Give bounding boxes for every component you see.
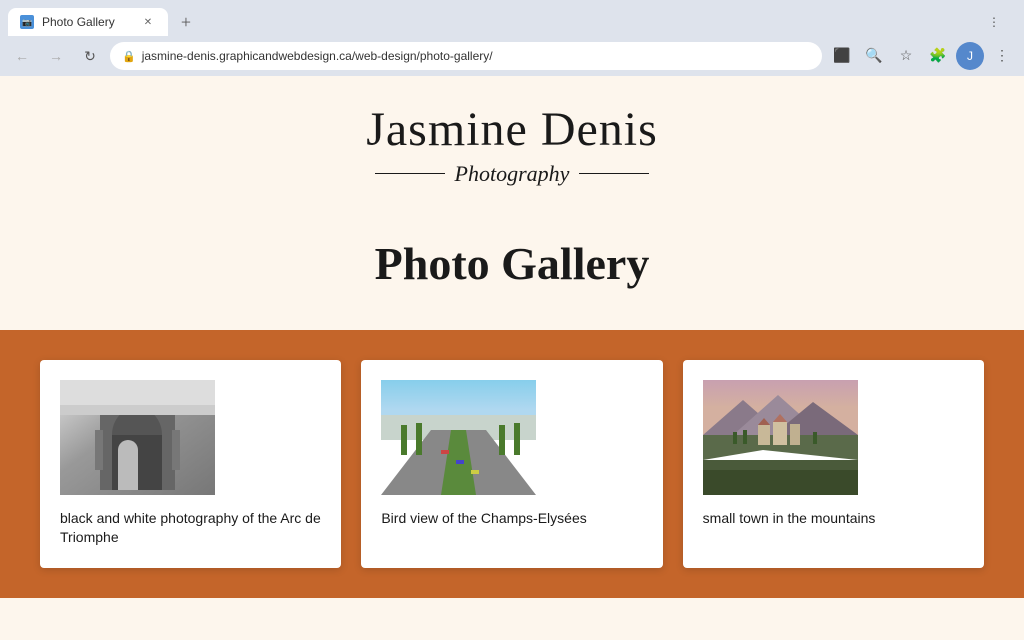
gallery-image-champs-elysees <box>381 380 536 495</box>
more-icon[interactable]: ⋮ <box>988 42 1016 70</box>
site-title-main: Jasmine Denis <box>20 104 1004 157</box>
gallery-grid: black and white photography of the Arc d… <box>40 360 984 568</box>
avatar: J <box>956 42 984 70</box>
title-line-right <box>579 173 649 174</box>
url-text: jasmine-denis.graphicandwebdesign.ca/web… <box>142 49 493 63</box>
gallery-image-arc-triomphe <box>60 380 215 495</box>
gallery-card-champs-elysees[interactable]: Bird view of the Champs-Elysées <box>361 360 662 568</box>
gallery-image-mountain-town <box>703 380 858 495</box>
gallery-caption-champs-elysees: Bird view of the Champs-Elysées <box>381 509 642 529</box>
toolbar-icons: ⬛ 🔍 ☆ 🧩 J ⋮ <box>828 42 1016 70</box>
gallery-caption-mountain-town: small town in the mountains <box>703 509 964 529</box>
forward-button[interactable]: → <box>42 42 70 70</box>
lock-icon: 🔒 <box>122 50 136 63</box>
site-title-sub-row: Photography <box>20 161 1004 187</box>
gallery-card-mountain-town[interactable]: small town in the mountains <box>683 360 984 568</box>
tab-close-button[interactable]: ✕ <box>140 14 156 30</box>
cast-icon[interactable]: ⬛ <box>828 42 856 70</box>
site-title-sub: Photography <box>455 161 570 187</box>
tab-title: Photo Gallery <box>42 15 115 29</box>
page-content: Jasmine Denis Photography Photo Gallery <box>0 76 1024 640</box>
browser-chrome: 📷 Photo Gallery ✕ + ⋮ ← → ↻ 🔒 jasmine-de… <box>0 0 1024 76</box>
title-line-left <box>375 173 445 174</box>
gallery-card-arc-triomphe[interactable]: black and white photography of the Arc d… <box>40 360 341 568</box>
site-header: Jasmine Denis Photography <box>0 76 1024 207</box>
address-bar[interactable]: 🔒 jasmine-denis.graphicandwebdesign.ca/w… <box>110 42 822 70</box>
gallery-caption-arc-triomphe: black and white photography of the Arc d… <box>60 509 321 548</box>
tab-favicon: 📷 <box>20 15 34 29</box>
active-tab[interactable]: 📷 Photo Gallery ✕ <box>8 8 168 36</box>
address-bar-row: ← → ↻ 🔒 jasmine-denis.graphicandwebdesig… <box>0 36 1024 76</box>
back-button[interactable]: ← <box>8 42 36 70</box>
new-tab-button[interactable]: + <box>172 8 200 36</box>
refresh-button[interactable]: ↻ <box>76 42 104 70</box>
search-icon[interactable]: 🔍 <box>860 42 888 70</box>
chrome-menu-icon[interactable]: ⋮ <box>980 8 1008 36</box>
page-title-section: Photo Gallery <box>0 207 1024 330</box>
profile-icon[interactable]: J <box>956 42 984 70</box>
page-title: Photo Gallery <box>20 237 1004 290</box>
gallery-section: black and white photography of the Arc d… <box>0 330 1024 598</box>
tab-bar: 📷 Photo Gallery ✕ + ⋮ <box>0 0 1024 36</box>
extensions-icon[interactable]: 🧩 <box>924 42 952 70</box>
bookmark-icon[interactable]: ☆ <box>892 42 920 70</box>
